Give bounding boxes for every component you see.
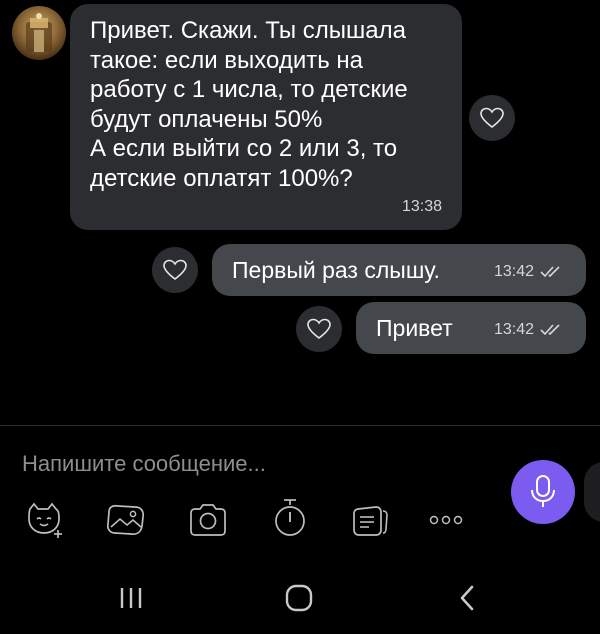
side-panel-hint <box>584 462 600 522</box>
heart-icon <box>163 259 187 281</box>
read-checkmarks-icon <box>540 266 560 278</box>
home-icon <box>285 584 313 612</box>
voice-record-button[interactable] <box>511 460 575 524</box>
message-time: 13:42 <box>493 263 534 280</box>
message-text: Привет. Скажи. Ты слышала такое: если вы… <box>90 17 408 192</box>
heart-icon <box>480 107 504 129</box>
heart-icon <box>307 318 331 340</box>
back-icon <box>460 585 474 611</box>
camera-icon <box>190 504 226 536</box>
home-button[interactable] <box>276 578 322 618</box>
more-icon <box>429 515 463 525</box>
timer-icon <box>275 499 305 536</box>
message-time: 13:38 <box>401 198 442 215</box>
message-time: 13:42 <box>493 321 534 338</box>
notes-icon <box>353 506 388 536</box>
avatar-image <box>26 13 52 52</box>
more-options-button[interactable] <box>424 498 468 542</box>
sticker-icon <box>28 502 62 538</box>
camera-button[interactable] <box>186 498 230 542</box>
recent-apps-button[interactable] <box>108 578 154 618</box>
recent-apps-icon <box>120 588 142 608</box>
back-button[interactable] <box>444 578 490 618</box>
sticker-button[interactable] <box>22 498 66 542</box>
contact-avatar[interactable] <box>12 6 66 60</box>
react-heart-button[interactable] <box>152 247 198 293</box>
notes-button[interactable] <box>348 498 392 542</box>
timer-button[interactable] <box>268 496 312 540</box>
gallery-button[interactable] <box>104 498 148 542</box>
message-text: Первый раз слышу. <box>232 257 440 283</box>
composer-divider <box>0 425 600 426</box>
read-checkmarks-icon <box>540 324 560 336</box>
react-heart-button[interactable] <box>469 95 515 141</box>
message-input[interactable] <box>20 443 494 485</box>
incoming-message[interactable]: Привет. Скажи. Ты слышала такое: если вы… <box>70 4 462 230</box>
outgoing-message[interactable]: Первый раз слышу. 13:42 <box>212 244 586 296</box>
react-heart-button[interactable] <box>296 306 342 352</box>
gallery-icon <box>106 504 145 536</box>
microphone-icon <box>531 475 555 507</box>
outgoing-message[interactable]: Привет 13:42 <box>356 302 586 354</box>
message-text: Привет <box>376 315 453 341</box>
